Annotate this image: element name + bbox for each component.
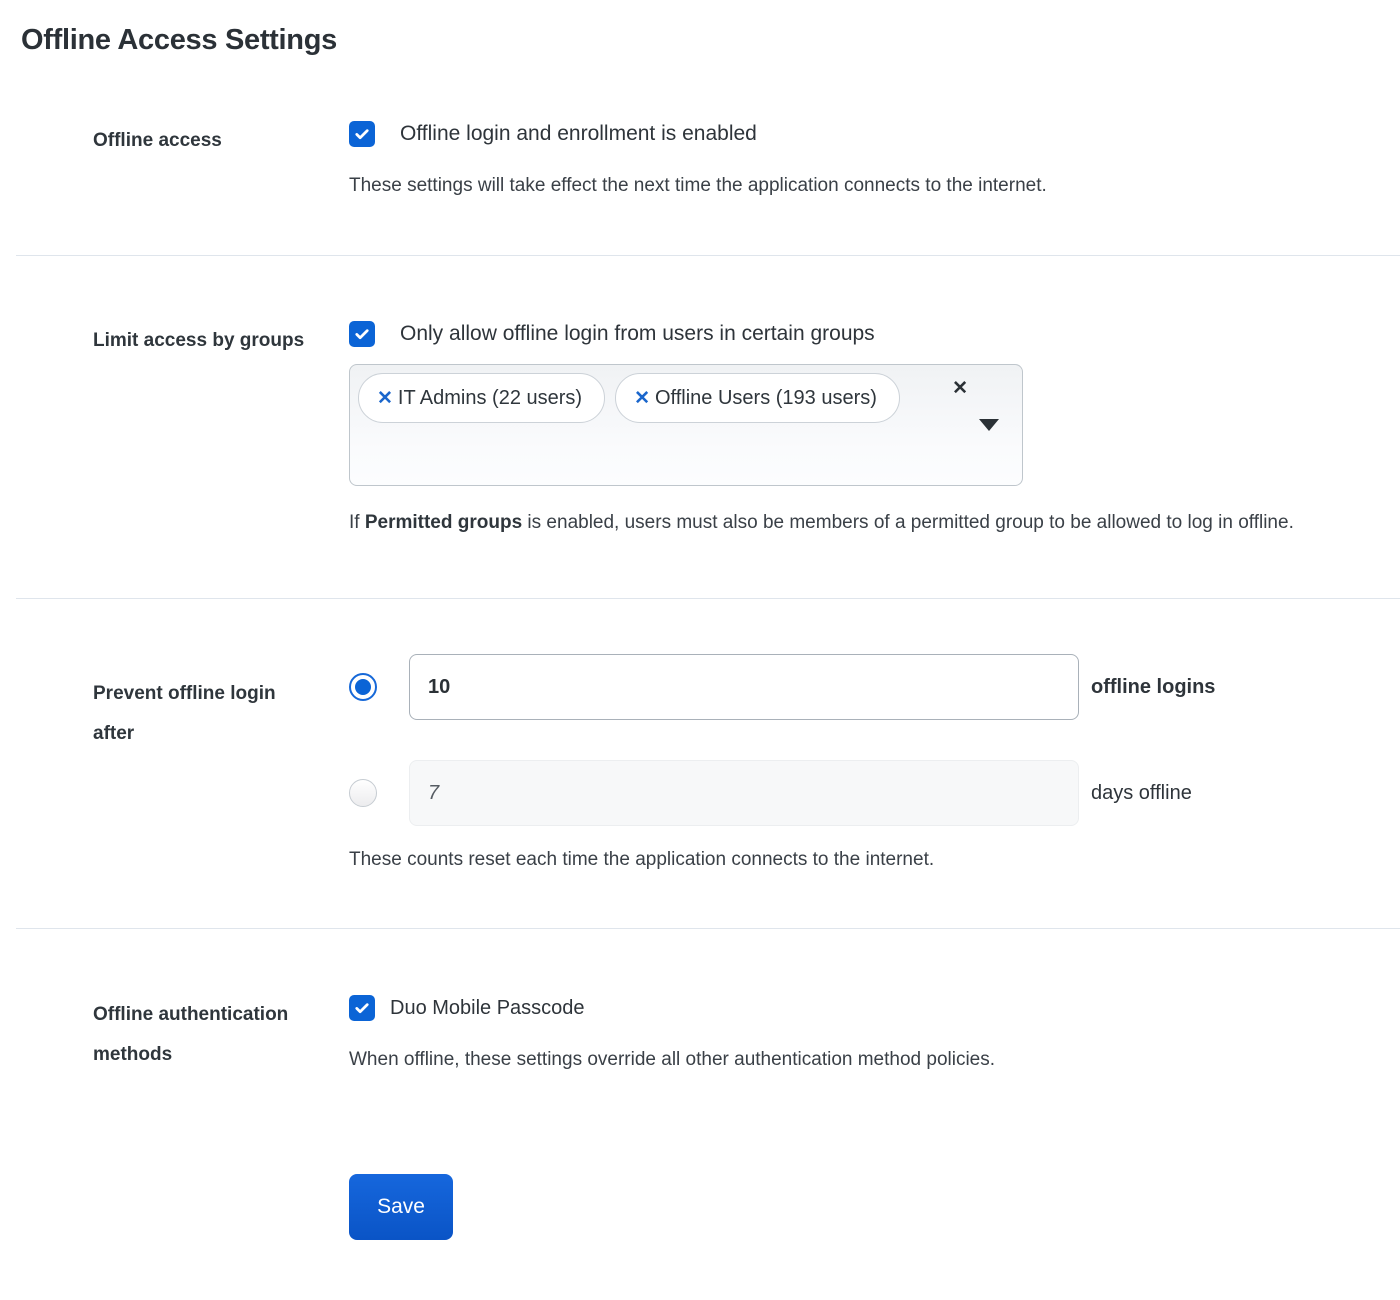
offline-logins-unit-label: offline logins: [1091, 676, 1215, 699]
checkmark-icon: [353, 999, 371, 1017]
auth-methods-row: Offline authentication methods Duo Mobil…: [0, 929, 1400, 1075]
offline-access-settings-page: Offline Access Settings Offline access O…: [0, 24, 1400, 1240]
offline-access-checkbox[interactable]: [349, 121, 375, 147]
checkmark-icon: [353, 325, 371, 343]
prevent-login-row: Prevent offline login after offline logi…: [0, 599, 1400, 928]
group-pill: ✕ Offline Users (193 users): [615, 373, 900, 423]
limit-groups-row: Limit access by groups Only allow offlin…: [0, 256, 1400, 598]
offline-logins-radio[interactable]: [349, 673, 377, 701]
prevent-login-label: Prevent offline login after: [93, 674, 318, 754]
limit-groups-checkbox[interactable]: [349, 321, 375, 347]
duo-mobile-passcode-checkbox[interactable]: [349, 995, 375, 1021]
dropdown-caret-icon[interactable]: [979, 419, 999, 431]
duo-mobile-passcode-label[interactable]: Duo Mobile Passcode: [390, 997, 585, 1020]
help-bold-term: Permitted groups: [365, 512, 522, 533]
page-title: Offline Access Settings: [21, 24, 1400, 57]
remove-group-icon[interactable]: ✕: [377, 387, 393, 410]
days-offline-unit-label: days offline: [1091, 782, 1192, 805]
offline-access-row: Offline access Offline login and enrollm…: [0, 57, 1400, 255]
save-row: Save: [0, 1174, 1400, 1240]
save-button[interactable]: Save: [349, 1174, 453, 1240]
offline-access-checkbox-label[interactable]: Offline login and enrollment is enabled: [400, 122, 757, 146]
limit-groups-help-text: If Permitted groups is enabled, users mu…: [349, 512, 1400, 534]
prevent-login-help-text: These counts reset each time the applica…: [349, 849, 1400, 871]
offline-access-label-col: Offline access: [0, 121, 349, 161]
limit-groups-label-col: Limit access by groups: [0, 321, 349, 361]
help-suffix: is enabled, users must also be members o…: [522, 512, 1294, 533]
auth-methods-label-col: Offline authentication methods: [0, 995, 349, 1075]
limit-groups-label: Limit access by groups: [93, 321, 304, 361]
offline-logins-input[interactable]: [409, 654, 1079, 720]
remove-group-icon[interactable]: ✕: [634, 387, 650, 410]
auth-methods-help-text: When offline, these settings override al…: [349, 1049, 1400, 1071]
group-pill-label: Offline Users (193 users): [655, 387, 877, 410]
auth-methods-label: Offline authentication methods: [93, 995, 318, 1075]
groups-multiselect[interactable]: ✕ IT Admins (22 users) ✕ Offline Users (…: [349, 364, 1023, 486]
offline-access-help-text: These settings will take effect the next…: [349, 175, 1400, 197]
limit-groups-checkbox-label[interactable]: Only allow offline login from users in c…: [400, 322, 875, 346]
checkmark-icon: [353, 125, 371, 143]
days-offline-input[interactable]: [409, 760, 1079, 826]
help-prefix: If: [349, 512, 365, 533]
group-pill-label: IT Admins (22 users): [398, 387, 582, 410]
prevent-login-label-col: Prevent offline login after: [0, 654, 349, 754]
group-pill: ✕ IT Admins (22 users): [358, 373, 605, 423]
offline-access-label: Offline access: [93, 121, 222, 161]
days-offline-radio[interactable]: [349, 779, 377, 807]
clear-selection-icon[interactable]: ✕: [952, 379, 968, 398]
